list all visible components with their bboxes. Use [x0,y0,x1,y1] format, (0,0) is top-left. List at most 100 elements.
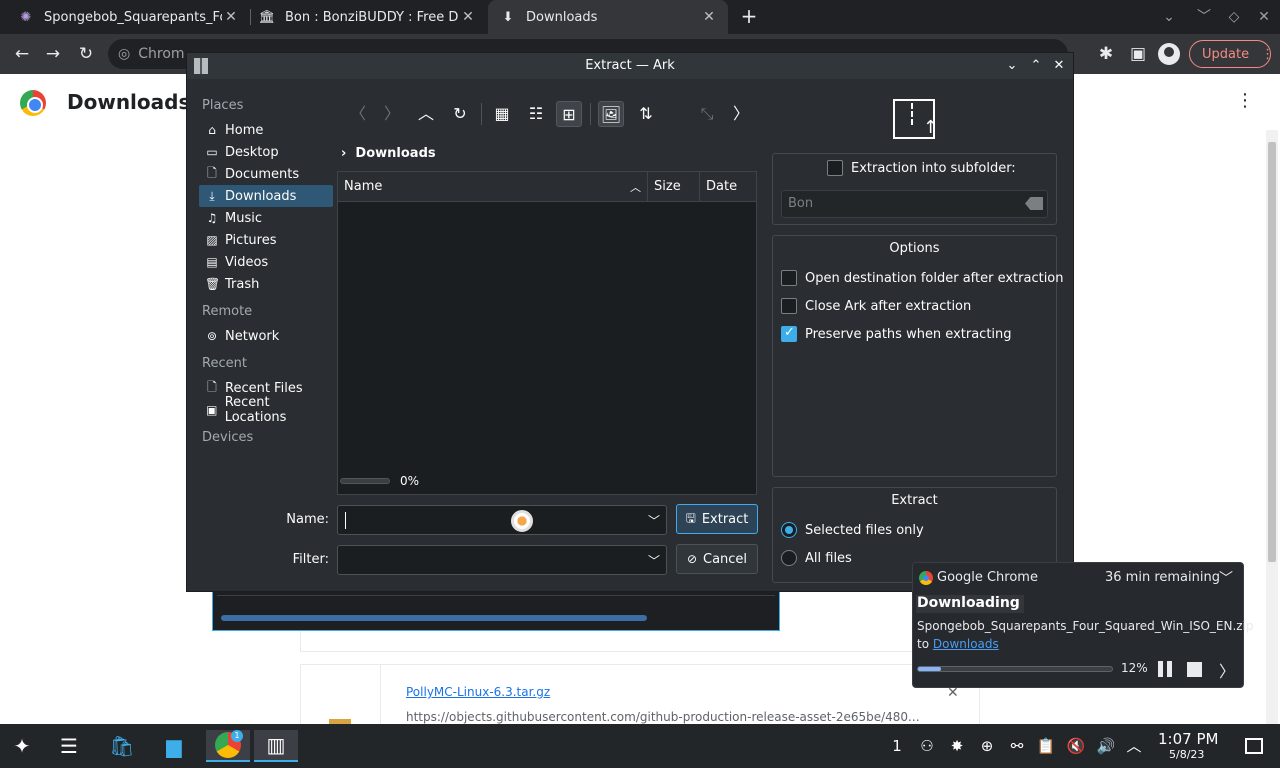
pause-icon[interactable] [1157,661,1173,677]
back-icon[interactable]: 〈 [345,101,371,127]
place-downloads[interactable]: ⤓ Downloads [199,185,333,207]
column-date[interactable]: Date [700,172,756,202]
close-ark-row[interactable]: Close Ark after extraction [781,298,971,314]
dialog-titlebar[interactable]: Extract — Ark ⌄ ⌃ ✕ [187,53,1073,79]
forward-icon[interactable]: → [41,42,65,66]
close-ark-checkbox[interactable] [781,298,797,314]
stop-icon[interactable] [1187,662,1202,677]
place-network[interactable]: ⊚ Network [199,325,333,347]
ark-task-icon[interactable]: ▥ [254,730,298,762]
place-trash[interactable]: 🗑 Trash [199,273,333,295]
kde-connect-icon[interactable]: ⚯ [1007,736,1027,756]
all-files-row[interactable]: All files [781,550,852,566]
close-icon[interactable]: ✕ [222,9,240,25]
filter-combobox[interactable]: ﹀ [337,545,667,575]
save-icon: 🖫 [685,510,696,525]
short-view-icon[interactable]: ▦ [489,101,515,127]
parent-folder-icon[interactable]: ︿ [413,101,439,127]
minimize-icon[interactable]: ⌄ [1003,57,1021,75]
more-icon[interactable]: 〉 [728,101,754,127]
app-launcher-icon[interactable]: ✦ [6,730,38,762]
tab-downloads[interactable]: ⬇ Downloads ✕ [488,0,728,34]
preserve-paths-checkbox[interactable] [781,325,797,342]
clipboard-icon[interactable]: 📋 [1036,736,1056,756]
chevron-down-icon[interactable]: ﹀ [648,552,660,569]
preview-icon[interactable]: 🖼 [598,101,624,127]
tab-bonzibuddy[interactable]: 🏛 Bon : BonziBUDDY : Free Dow ✕ [251,0,487,34]
place-desktop[interactable]: ▭ Desktop [199,141,333,163]
name-combobox[interactable]: ﹀ [337,505,667,535]
open-dest-checkbox[interactable] [781,270,797,286]
back-icon[interactable]: ← [10,42,34,66]
selected-files-radio[interactable] [781,522,797,538]
detailed-view-icon[interactable]: ☷ [523,101,549,127]
clock-date[interactable]: 5/8/23 [1169,748,1204,761]
restore-icon[interactable]: ◇ [1218,0,1250,34]
muted-speaker-icon[interactable]: 🔇 [1066,736,1086,756]
open-dest-row[interactable]: Open destination folder after extraction [781,270,1064,286]
volume-icon[interactable]: 🔊 [1096,736,1116,756]
downloads-link[interactable]: Downloads [933,637,999,651]
cancel-button[interactable]: ⊘ Cancel [676,544,758,574]
scroll-thumb[interactable] [1268,142,1276,562]
place-recent-locations[interactable]: ▣ Recent Locations [199,395,333,425]
place-documents[interactable]: 🗋 Documents [199,163,333,185]
extract-button[interactable]: 🖫 Extract [676,504,758,534]
subfolder-checkbox-row[interactable]: Extraction into subfolder: [827,160,1016,176]
tab-title: Spongebob_Squarepants_Fo [44,9,222,25]
selected-files-row[interactable]: Selected files only [781,522,924,538]
sort-icon[interactable]: ⇅ [633,101,659,127]
page-scrollbar[interactable] [1266,130,1278,724]
breadcrumb[interactable]: › Downloads [341,146,436,161]
more-options-icon[interactable]: ⋮ [1236,90,1254,111]
place-home[interactable]: ⌂ Home [199,119,333,141]
clear-text-icon[interactable] [1025,197,1043,210]
new-tab-icon[interactable]: + [736,4,762,30]
updates-tray-icon[interactable]: 1 [887,736,907,756]
update-button[interactable]: Update ⋮ [1189,40,1274,68]
chevron-down-icon[interactable]: ﹀ [1219,568,1233,588]
discover-store-icon[interactable]: 🛍 [106,730,138,762]
forward-icon[interactable]: 〉 [379,101,405,127]
place-music[interactable]: ♫ Music [199,207,333,229]
subfolder-checkbox[interactable] [827,160,843,176]
column-size[interactable]: Size [648,172,700,202]
task-switcher-icon[interactable]: ☰ [53,730,85,762]
file-list[interactable]: Name ︿ Size Date 0% [337,171,757,495]
show-desktop-icon[interactable] [1245,738,1263,754]
column-name[interactable]: Name [338,172,648,202]
chevron-right-icon[interactable]: 〉 [1219,658,1235,682]
file-manager-icon[interactable]: ▆ [158,730,190,762]
profile-avatar[interactable] [1158,43,1180,65]
all-files-radio[interactable] [781,550,797,566]
tab-search-icon[interactable]: ⌄ [1153,0,1185,34]
reload-icon[interactable]: ↻ [447,101,473,127]
clock-time[interactable]: 1:07 PM [1158,730,1218,748]
place-pictures[interactable]: ▨ Pictures [199,229,333,251]
maximize-icon[interactable]: ⌃ [1027,57,1045,75]
recent-heading: Recent [202,356,247,371]
discover-updates-icon[interactable]: ⊕ [977,736,997,756]
side-panel-icon[interactable]: ▣ [1126,42,1150,66]
place-label: Trash [225,276,260,292]
download-file-link[interactable]: PollyMC-Linux-6.3.tar.gz [406,685,550,699]
chrome-task-icon[interactable]: 1 [206,730,250,762]
close-window-icon[interactable]: ✕ [1248,0,1280,34]
tray-expand-icon[interactable]: ︿ [1124,736,1144,756]
close-icon[interactable]: ✕ [1050,57,1068,75]
tree-view-icon[interactable]: ⊞ [556,101,582,127]
reload-icon[interactable]: ↻ [74,42,98,66]
close-icon[interactable]: ✕ [459,9,477,25]
preserve-paths-row[interactable]: Preserve paths when extracting [781,325,1012,342]
subfolder-name-input[interactable]: Bon [781,190,1048,218]
tab-spongebob[interactable]: ✺ Spongebob_Squarepants_Fo ✕ [0,0,250,34]
close-icon[interactable]: ✕ [700,9,718,25]
steam-icon[interactable]: ✸ [947,736,967,756]
download-notification[interactable]: Google Chrome 36 min remaining ﹀ Downloa… [912,562,1254,688]
chevron-down-icon[interactable]: ﹀ [648,512,660,529]
user-icon[interactable]: ⚇ [917,736,937,756]
extensions-icon[interactable]: ✱ [1094,42,1118,66]
place-videos[interactable]: ▤ Videos [199,251,333,273]
zoom-icon[interactable]: ⤡ [694,101,720,127]
minimize-icon[interactable]: ﹀ [1188,0,1220,34]
